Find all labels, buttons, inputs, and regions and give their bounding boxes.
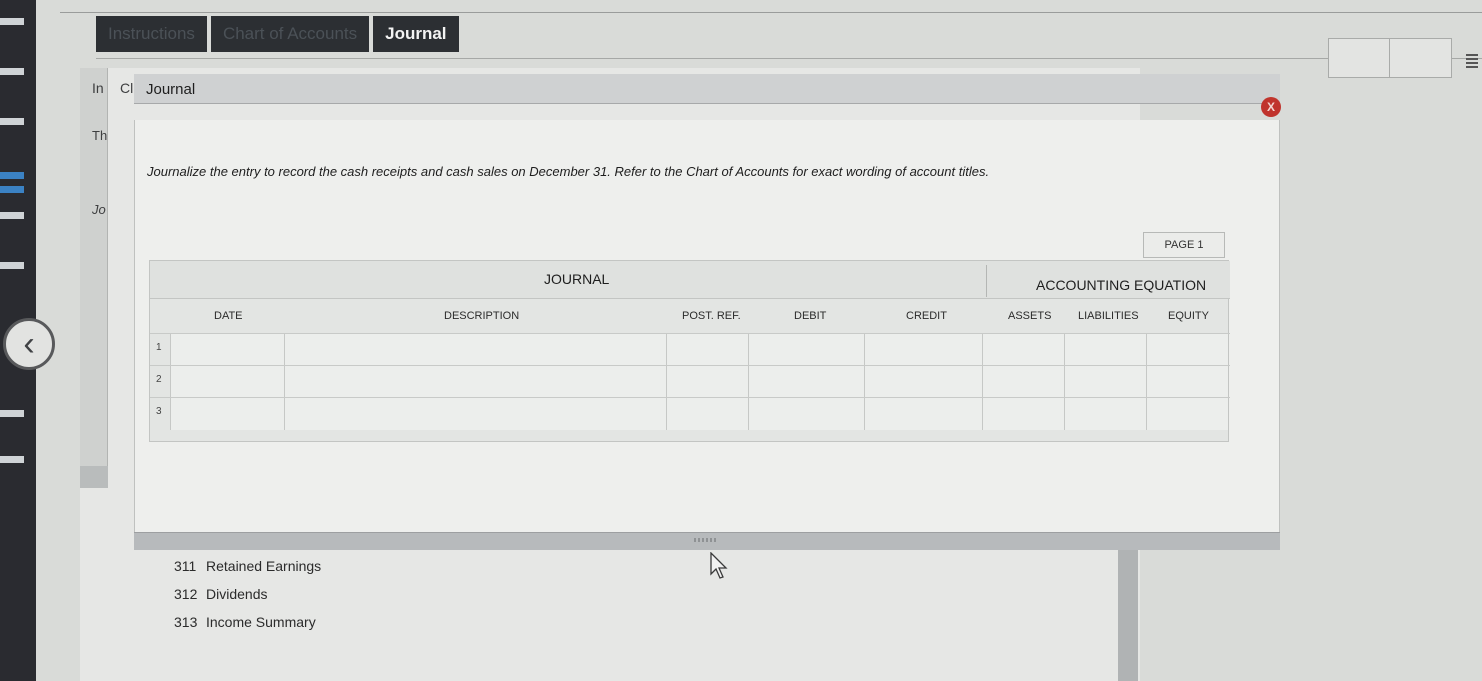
tab-chart-of-accounts[interactable]: Chart of Accounts [210, 16, 370, 52]
post-ref-cell[interactable] [666, 366, 748, 398]
table-row: 1 [150, 333, 1230, 366]
column-headers: DATE DESCRIPTION POST. REF. DEBIT CREDIT… [150, 307, 1230, 327]
dialog-footer [134, 532, 1280, 550]
account-name: Income Summary [206, 614, 316, 630]
bezel-mark [0, 68, 24, 75]
liabilities-cell[interactable] [1064, 334, 1146, 366]
instruction-text: Journalize the entry to record the cash … [147, 164, 990, 179]
row-number: 2 [156, 374, 162, 385]
equity-cell[interactable] [1146, 366, 1228, 398]
tab-journal[interactable]: Journal [373, 16, 459, 52]
post-ref-cell[interactable] [666, 398, 748, 430]
header-divider [986, 265, 987, 297]
account-name: Dividends [206, 586, 268, 602]
col-equity: EQUITY [1168, 310, 1209, 322]
col-liabilities: LIABILITIES [1078, 310, 1139, 322]
close-button[interactable]: X [1261, 97, 1281, 117]
accounting-equation-header: ACCOUNTING EQUATION [1036, 277, 1207, 293]
list-item: 311 Retained Earnings [174, 558, 321, 586]
menu-icon[interactable] [1466, 54, 1478, 68]
account-number: 311 [174, 558, 197, 574]
account-name: Retained Earnings [206, 558, 322, 574]
background-panel-strip-end [80, 466, 108, 488]
debit-cell[interactable] [748, 366, 864, 398]
col-credit: CREDIT [906, 310, 947, 322]
close-icon: X [1266, 100, 1275, 114]
toolbar-boxes [1328, 38, 1452, 78]
credit-cell[interactable] [864, 334, 982, 366]
date-cell[interactable] [170, 398, 284, 430]
bezel-mark [0, 186, 24, 193]
bezel-mark [0, 172, 24, 179]
bezel-mark [0, 410, 24, 417]
chevron-left-icon: ‹ [23, 325, 35, 363]
back-arrow-button[interactable]: ‹ [3, 318, 55, 370]
dialog-body: Journalize the entry to record the cash … [134, 120, 1280, 532]
bezel-mark [0, 262, 24, 269]
equity-cell[interactable] [1146, 398, 1228, 430]
list-item: 313 Income Summary [174, 614, 321, 642]
background-text-fragment: Jo [92, 202, 106, 217]
date-cell[interactable] [170, 334, 284, 366]
journal-dialog: Journal X Journalize the entry to record… [134, 74, 1281, 550]
bezel-mark [0, 212, 24, 219]
tab-instructions[interactable]: Instructions [96, 16, 207, 52]
description-cell[interactable] [284, 366, 666, 398]
bezel-mark [0, 18, 24, 25]
background-scrollbar[interactable] [1118, 550, 1138, 681]
col-post-ref: POST. REF. [682, 310, 741, 322]
col-date: DATE [214, 310, 243, 322]
credit-cell[interactable] [864, 366, 982, 398]
liabilities-cell[interactable] [1064, 366, 1146, 398]
tab-bar: Instructions Chart of Accounts Journal [96, 16, 463, 52]
row-number: 3 [156, 406, 162, 417]
assets-cell[interactable] [982, 366, 1064, 398]
journal-header: JOURNAL [544, 271, 610, 287]
col-description: DESCRIPTION [444, 310, 520, 322]
description-cell[interactable] [284, 398, 666, 430]
equity-cell[interactable] [1146, 334, 1228, 366]
assets-cell[interactable] [982, 334, 1064, 366]
bezel-mark [0, 456, 24, 463]
page-indicator: PAGE 1 [1143, 232, 1225, 258]
credit-cell[interactable] [864, 398, 982, 430]
account-number: 312 [174, 586, 198, 602]
bezel-mark [0, 118, 24, 125]
list-item: 312 Dividends [174, 586, 321, 614]
debit-cell[interactable] [748, 398, 864, 430]
date-cell[interactable] [170, 366, 284, 398]
tab-underline [96, 58, 1482, 59]
background-tab-fragment: In [92, 80, 104, 96]
table-row: 3 [150, 397, 1230, 430]
table-row: 2 [150, 365, 1230, 398]
journal-table-header: JOURNAL ACCOUNTING EQUATION [150, 261, 1230, 299]
background-text-fragment: Th [92, 128, 108, 143]
post-ref-cell[interactable] [666, 334, 748, 366]
debit-cell[interactable] [748, 334, 864, 366]
row-number: 1 [156, 342, 162, 353]
mouse-pointer-icon [710, 552, 728, 579]
background-tab-fragment: Cl [120, 80, 134, 96]
dialog-title: Journal [134, 74, 1280, 104]
resize-grip-icon[interactable] [694, 538, 718, 542]
journal-table: JOURNAL ACCOUNTING EQUATION DATE DESCRIP… [149, 260, 1230, 442]
description-cell[interactable] [284, 334, 666, 366]
col-assets: ASSETS [1008, 310, 1052, 322]
account-number: 313 [174, 614, 198, 630]
toolbar-box[interactable] [1328, 38, 1390, 78]
top-divider [60, 12, 1482, 13]
liabilities-cell[interactable] [1064, 398, 1146, 430]
col-debit: DEBIT [794, 310, 827, 322]
assets-cell[interactable] [982, 398, 1064, 430]
toolbar-box[interactable] [1390, 38, 1452, 78]
account-list: 311 Retained Earnings 312 Dividends 313 Inc… [174, 558, 321, 642]
